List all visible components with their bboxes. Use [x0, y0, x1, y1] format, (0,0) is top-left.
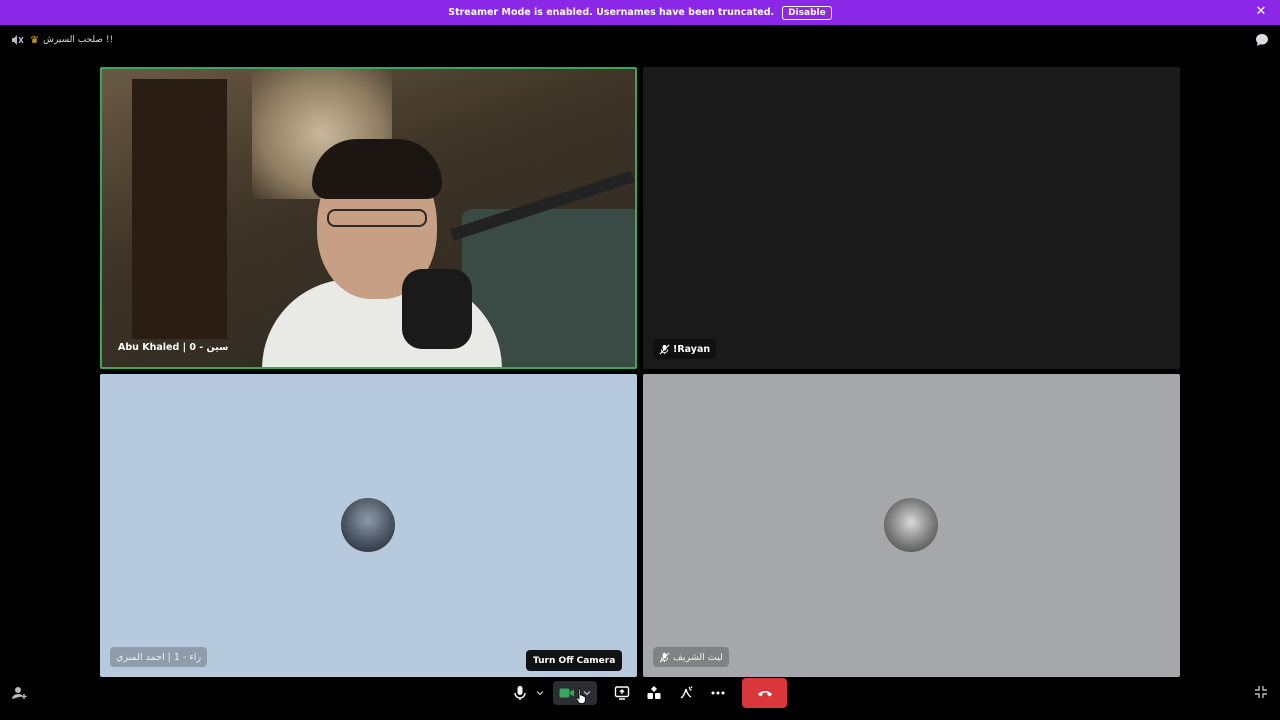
- invite-icon: [12, 687, 27, 699]
- fullscreen-icon: [1255, 686, 1267, 698]
- voice-header: ♛ صلحب السيرش !!: [0, 25, 1280, 55]
- chat-icon[interactable]: [1255, 33, 1269, 47]
- more-icon: [711, 691, 725, 695]
- participant-name-tag: ليث الشريف: [653, 647, 729, 667]
- camera-icon: [559, 688, 574, 698]
- avatar: [341, 498, 395, 552]
- screen-share-icon: [614, 686, 630, 700]
- fullscreen-button[interactable]: [1253, 684, 1269, 700]
- participant-tile[interactable]: !Rayan: [643, 67, 1180, 369]
- disable-streamer-mode-button[interactable]: Disable: [782, 5, 832, 20]
- mouse-pointer-icon: [575, 688, 586, 704]
- microphone-icon: [514, 686, 526, 700]
- participant-tile-video[interactable]: Abu Khaled | 0 - سين: [100, 67, 637, 369]
- channel-name: صلحب السيرش !!: [42, 35, 114, 45]
- participant-name: Abu Khaled | 0 - سين: [118, 341, 229, 353]
- camera-button[interactable]: [559, 684, 575, 702]
- participant-tile[interactable]: ليث الشريف: [643, 374, 1180, 677]
- voice-settings-icon[interactable]: [10, 33, 24, 47]
- participant-name-tag: Abu Khaled | 0 - سين: [112, 337, 234, 357]
- participant-name-tag: راء - 1 | احمد المنزي: [110, 647, 208, 667]
- invite-button[interactable]: [10, 684, 28, 702]
- muted-icon: [659, 652, 670, 662]
- participant-name: !Rayan: [673, 343, 711, 355]
- streamer-mode-banner: Streamer Mode is enabled. Usernames have…: [0, 0, 1280, 25]
- call-controls: [0, 678, 1280, 720]
- microphone-button[interactable]: [511, 684, 529, 702]
- crown-icon: ♛: [30, 34, 39, 46]
- participant-name-tag: !Rayan: [653, 339, 717, 359]
- chevron-down-icon: [536, 691, 544, 696]
- camera-tooltip: Turn Off Camera: [526, 650, 623, 671]
- banner-message: Streamer Mode is enabled. Usernames have…: [448, 7, 775, 18]
- avatar: [884, 498, 938, 552]
- participant-tile[interactable]: راء - 1 | احمد المنزي: [100, 374, 637, 677]
- more-options-button[interactable]: [709, 684, 727, 702]
- activities-icon: [647, 686, 661, 699]
- participant-name: راء - 1 | احمد المنزي: [116, 651, 202, 663]
- muted-icon: [659, 344, 670, 354]
- close-icon[interactable]: ✕: [1254, 5, 1268, 19]
- microphone-stand: [402, 269, 472, 349]
- leave-call-icon: [757, 691, 772, 697]
- soundboard-button[interactable]: [677, 684, 695, 702]
- activities-button[interactable]: [645, 684, 663, 702]
- participant-name: ليث الشريف: [673, 651, 723, 663]
- soundboard-icon: [680, 686, 693, 699]
- microphone-options-button[interactable]: [534, 686, 546, 700]
- screen-share-button[interactable]: [613, 684, 631, 702]
- leave-call-button[interactable]: [742, 678, 787, 708]
